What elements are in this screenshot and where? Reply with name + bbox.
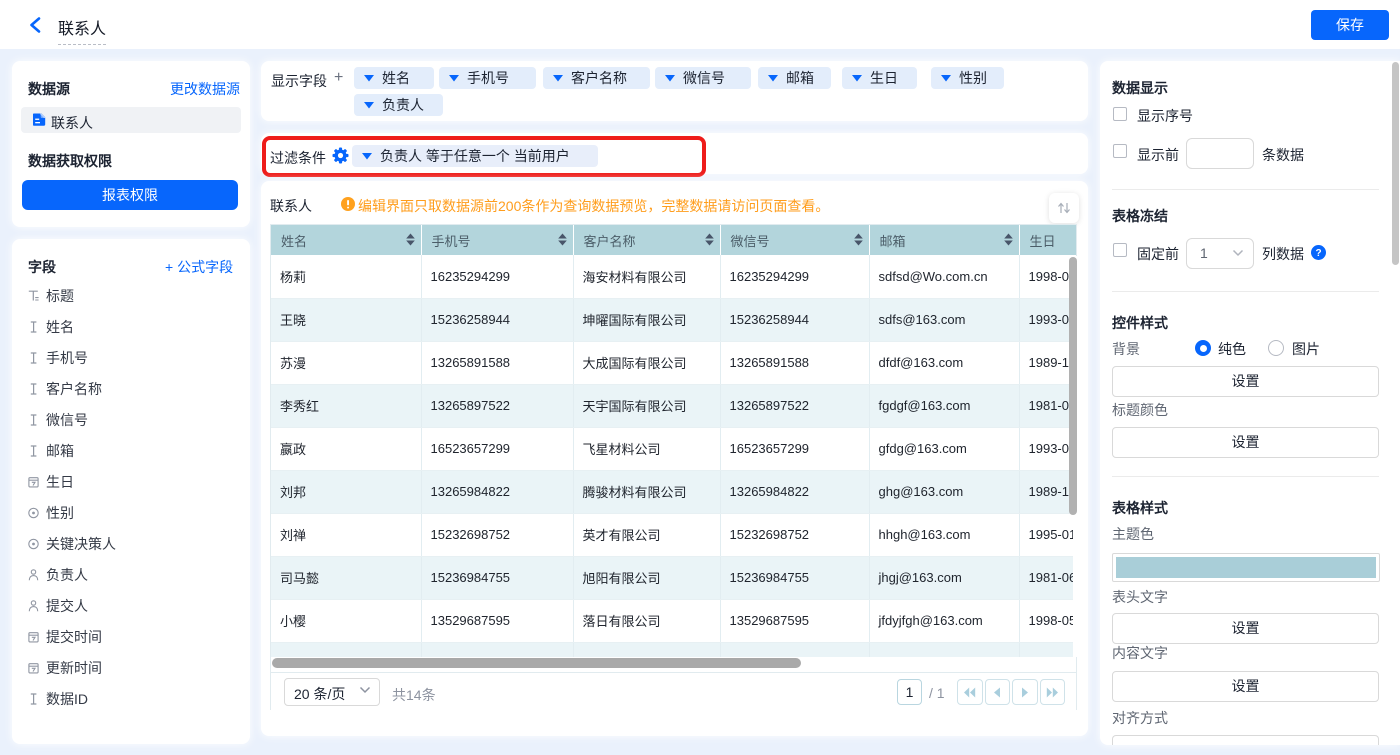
svg-text:?: ? — [1315, 248, 1321, 259]
